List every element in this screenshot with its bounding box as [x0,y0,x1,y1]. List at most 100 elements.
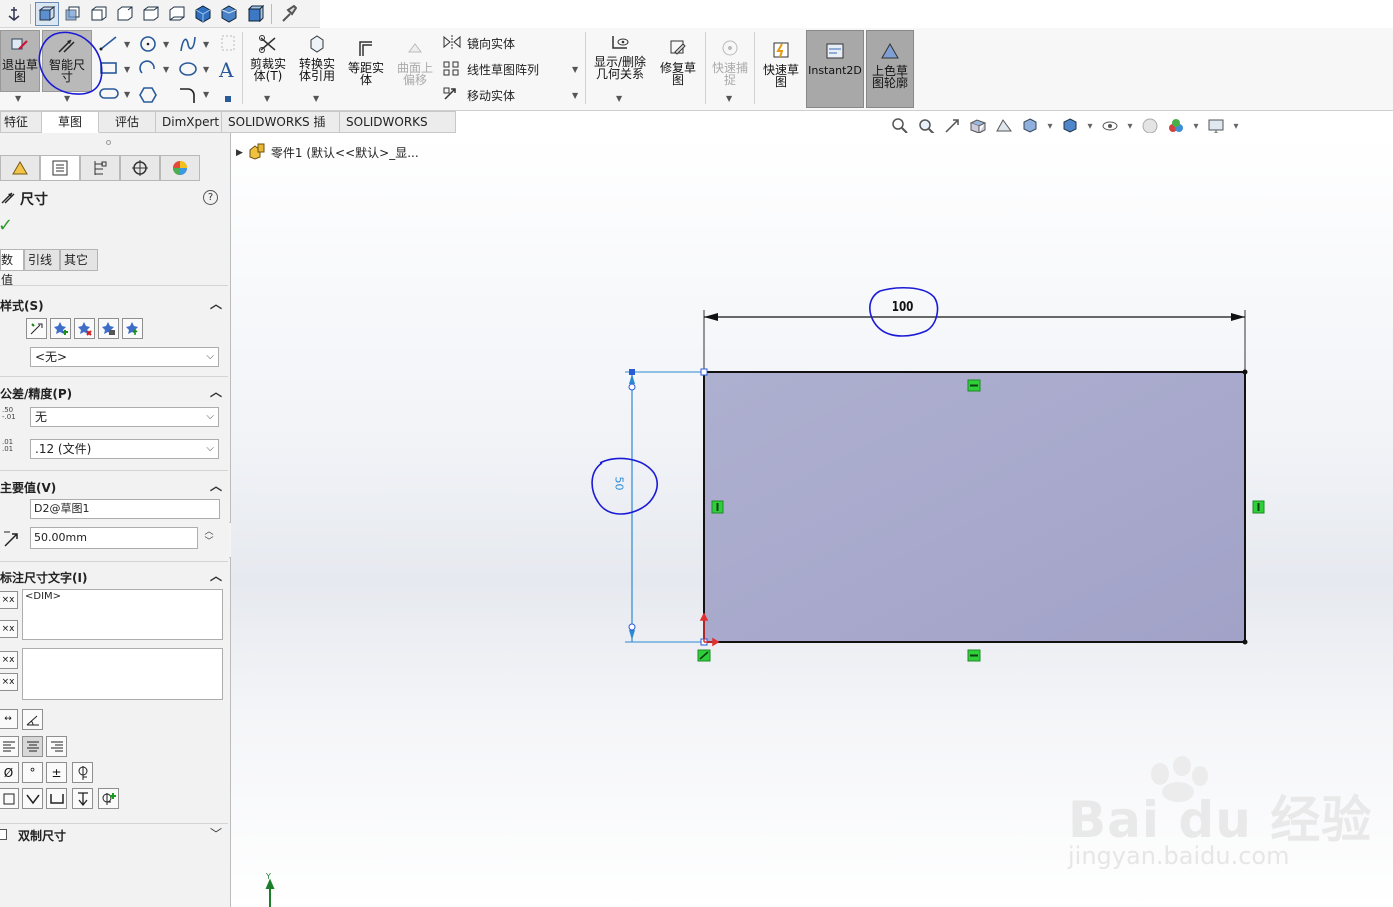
dim-text-format-icon-3[interactable]: ×x [0,651,18,669]
chevron-down-icon[interactable]: ▼ [124,90,130,99]
convert-entities-button[interactable]: 转换实体引用 [295,34,339,82]
view-front-icon[interactable] [35,1,59,26]
chevron-down-icon[interactable]: ▼ [726,94,732,103]
style-select[interactable]: <无> ⌵ [30,347,219,367]
feature-manager-tab[interactable] [0,155,40,181]
view-normal-icon[interactable] [243,2,267,26]
rectangle-tool[interactable] [98,59,120,80]
square-symbol-icon[interactable] [0,788,19,809]
primary-name-field[interactable]: D2@草图1 [30,499,220,519]
load-style-icon[interactable] [122,318,143,339]
point-tool[interactable] [224,92,232,106]
dim-text-format-icon-4[interactable]: ×x [0,673,18,691]
chevron-down-icon[interactable]: ▼ [203,40,209,49]
value-spinner[interactable]: ︿ ﹀ [202,527,216,549]
primary-value-field[interactable]: 50.00mm [30,527,198,549]
view-iso-icon[interactable] [191,2,215,26]
chevron-down-icon[interactable]: ▼ [203,65,209,74]
chevron-right-icon[interactable]: ▶ [236,148,243,158]
angle-text-icon[interactable] [22,709,43,730]
view-left-icon[interactable] [87,2,111,26]
tab-other[interactable]: 其它 [60,249,98,271]
tab-dimxpert[interactable]: DimXpert [156,111,222,133]
flashlight-icon[interactable] [276,2,300,26]
tab-features[interactable]: 特征 [0,111,42,133]
chevron-down-icon[interactable]: ﹀ [210,825,222,842]
chevron-down-icon[interactable]: ▼ [572,91,578,100]
chevron-down-icon[interactable]: ▼ [163,65,169,74]
dimension-text-lower[interactable] [22,648,223,700]
style-section-header[interactable]: 样式(S) ︿ [0,295,228,315]
more-symbols-icon[interactable] [98,788,119,809]
apply-default-style-icon[interactable] [26,318,47,339]
chevron-down-icon[interactable]: ▼ [64,94,70,103]
justify-right-icon[interactable] [46,736,67,757]
chevron-down-icon[interactable]: ▼ [572,65,578,74]
line-tool[interactable] [98,34,120,55]
chevron-down-icon[interactable]: ▼ [313,94,319,103]
move-entities-button[interactable]: 移动实体 [442,86,515,105]
countersink-symbol-icon[interactable] [22,788,43,809]
precision-select[interactable]: .12 (文件) ⌵ [30,439,219,459]
repair-sketch-button[interactable]: 修复草图 [656,38,700,86]
help-icon[interactable]: ? [203,190,218,205]
text-position-icon[interactable]: ↔ [0,709,18,729]
circle-tool[interactable] [138,34,158,57]
smart-dimension-button[interactable]: 智能尺寸 [42,30,92,92]
rapid-sketch-button[interactable]: 快速草图 [758,40,804,88]
slot-tool[interactable] [98,86,120,105]
tab-solidworks-addins[interactable]: SOLIDWORKS 插件 [222,111,340,149]
exit-sketch-button[interactable]: 退出草图 [0,30,40,92]
instant2d-button[interactable]: Instant2D [806,30,864,108]
tab-solidworks-mbd[interactable]: SOLIDWORKS MBD [340,111,456,149]
tolerance-type-select[interactable]: 无 ⌵ [30,407,219,427]
tab-sketch[interactable]: 草图 [42,111,99,133]
tab-value[interactable]: 数值 [0,249,24,287]
tolerance-section-header[interactable]: 公差/精度(P) ︿ [0,383,228,403]
arc-tool[interactable] [138,59,158,82]
dim-text-format-icon[interactable]: ×x [0,591,18,609]
dim-text-format-icon-2[interactable]: ×x [0,620,18,638]
offset-entities-button[interactable]: 等距实体 [344,38,388,86]
polygon-tool[interactable] [138,85,158,108]
centerline-symbol-icon[interactable] [72,762,93,783]
ellipse-tool[interactable] [178,59,198,82]
justify-left-icon[interactable] [0,736,19,757]
spline-tool[interactable] [178,34,198,57]
text-tool[interactable]: A [219,58,233,82]
view-right-icon[interactable] [113,2,137,26]
trim-entities-button[interactable]: 剪裁实体(T) [246,34,290,82]
panel-resize-handle[interactable] [106,140,111,145]
horizontal-dimension-value[interactable]: 100 [892,300,914,315]
surface-offset-button[interactable]: 曲面上偏移 [393,38,437,86]
diameter-symbol-icon[interactable]: Ø [0,762,19,783]
degree-symbol-icon[interactable]: ° [22,762,43,783]
depth-symbol-icon[interactable] [72,788,93,809]
construction-geometry-icon[interactable] [220,34,236,55]
tab-evaluate[interactable]: 评估 [99,111,156,133]
quick-snaps-button[interactable]: 快速捕捉 [708,38,752,86]
chevron-down-icon[interactable]: ▼ [264,94,270,103]
fillet-tool[interactable] [178,85,198,108]
counterbore-symbol-icon[interactable] [46,788,67,809]
chevron-down-icon[interactable]: ▼ [163,40,169,49]
chevron-down-icon[interactable]: ▼ [15,94,21,103]
view-back-icon[interactable] [61,2,85,26]
display-relations-button[interactable]: 显示/删除几何关系 [590,34,650,80]
chevron-down-icon[interactable]: ▼ [616,94,622,103]
dual-dimension-checkbox[interactable] [0,829,7,840]
property-manager-tab[interactable] [40,155,80,181]
dimension-text-upper[interactable]: <DIM> [22,589,223,640]
vertical-dimension-value[interactable]: 50 [613,477,626,491]
chevron-down-icon[interactable]: ▼ [203,90,209,99]
linear-pattern-button[interactable]: 线性草图阵列 [442,60,539,79]
justify-center-icon[interactable] [22,736,43,757]
chevron-down-icon[interactable]: ▼ [124,65,130,74]
add-style-icon[interactable] [50,318,71,339]
configuration-manager-tab[interactable] [80,155,120,181]
tab-leaders[interactable]: 引线 [24,249,60,271]
shaded-sketch-contours-button[interactable]: 上色草图轮廓 [866,30,914,108]
ok-checkmark-icon[interactable]: ✓ [0,215,13,236]
primary-value-section-header[interactable]: 主要值(V) ︿ [0,477,228,497]
display-manager-tab[interactable] [160,155,200,181]
